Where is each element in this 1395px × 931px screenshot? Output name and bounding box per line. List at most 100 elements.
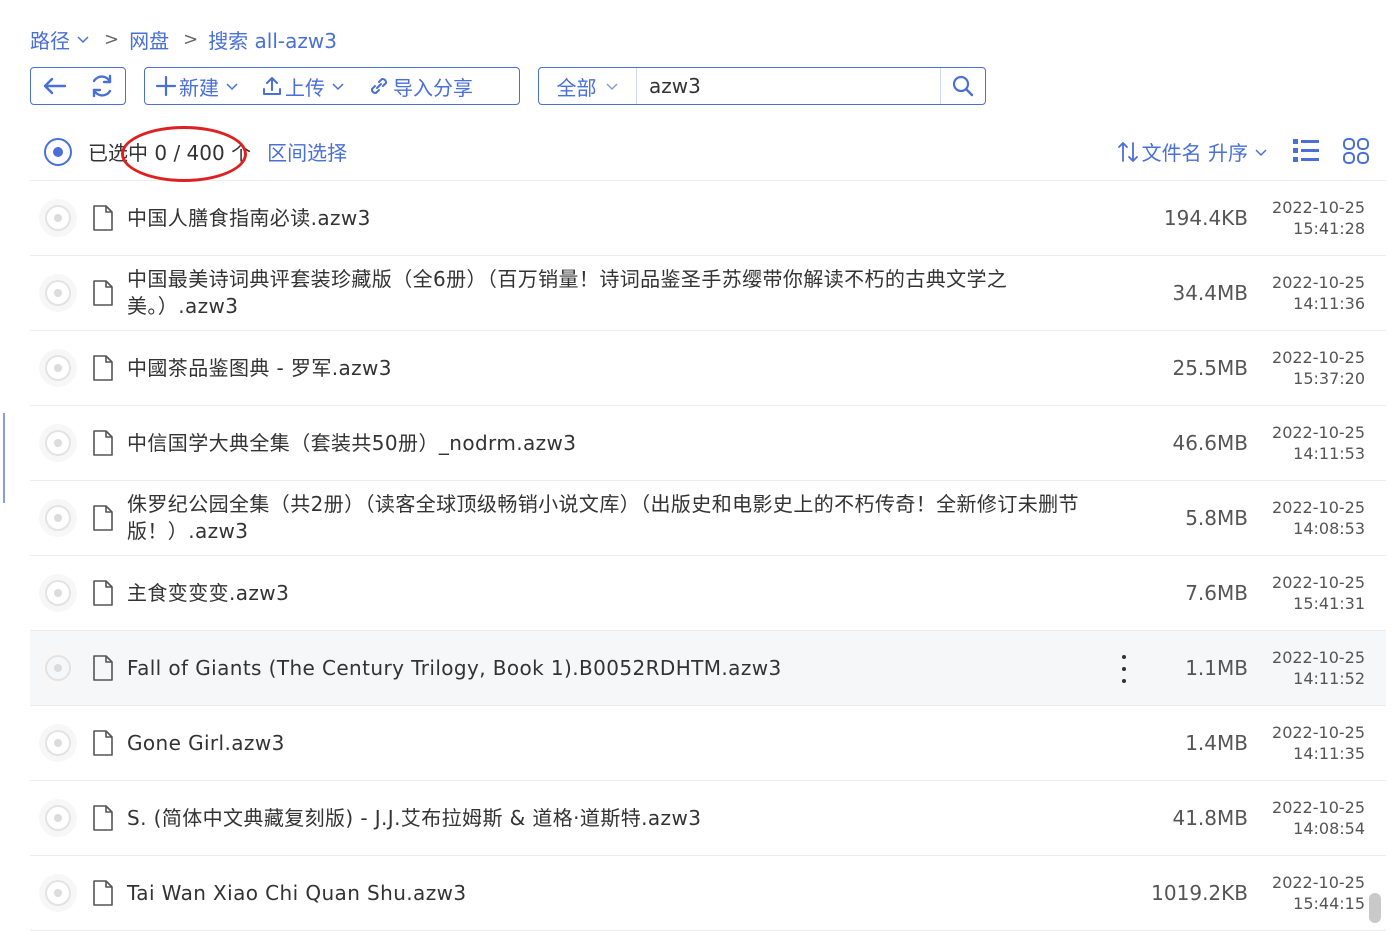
file-date-time: 14:11:36: [1293, 294, 1365, 313]
file-name[interactable]: 主食变变变.azw3: [127, 580, 1117, 607]
table-row[interactable]: Gone Girl.azw3 1.4MB 2022-10-25 14:11:35: [30, 706, 1386, 781]
chevron-down-icon: [77, 36, 89, 44]
sort-dropdown[interactable]: 文件名 升序: [1116, 137, 1268, 166]
file-size: 41.8MB: [1172, 806, 1248, 830]
file-date-time: 15:41:31: [1293, 594, 1365, 613]
file-icon: [93, 505, 113, 531]
table-row[interactable]: 中国人膳食指南必读.azw3 194.4KB 2022-10-25 15:41:2…: [30, 181, 1386, 256]
file-date-day: 2022-10-25: [1272, 798, 1365, 817]
row-select-radio[interactable]: [45, 430, 71, 456]
breadcrumb: 路径 > 网盘 > 搜索 all-azw3: [30, 24, 337, 54]
row-select-radio[interactable]: [45, 730, 71, 756]
breadcrumb-path-label: 路径: [30, 28, 70, 53]
refresh-icon: [92, 74, 111, 98]
file-date-time: 14:11:52: [1293, 669, 1365, 688]
file-size: 1.1MB: [1185, 656, 1248, 680]
file-date: 2022-10-25 14:11:52: [1255, 647, 1365, 689]
table-row[interactable]: 中信国学大典全集（套装共50册）_nodrm.azw3 46.6MB 2022-…: [30, 406, 1386, 481]
file-date: 2022-10-25 15:41:31: [1255, 572, 1365, 614]
file-size: 5.8MB: [1185, 506, 1248, 530]
arrow-left-icon: [43, 77, 66, 95]
file-date-time: 14:08:53: [1293, 519, 1365, 538]
table-row[interactable]: S. (简体中文典藏复刻版) - J.J.艾布拉姆斯 & 道格·道斯特.azw3…: [30, 781, 1386, 856]
chevron-down-icon: [605, 83, 618, 91]
sort-icon: [1117, 141, 1138, 162]
file-name[interactable]: 中国最美诗词典评套装珍藏版（全6册）（百万销量！诗词品鉴圣手苏缨带你解读不朽的古…: [127, 266, 1117, 320]
list-view-icon: [1293, 139, 1319, 162]
search-icon: [952, 75, 974, 97]
file-date-time: 14:11:35: [1293, 744, 1365, 763]
plus-icon: [155, 75, 177, 97]
selection-bar: 已选中 0 / 400 个 区间选择 文件名 升序: [30, 123, 1386, 182]
new-button[interactable]: 新建: [145, 68, 251, 104]
row-select-radio[interactable]: [45, 655, 71, 681]
file-date: 2022-10-25 14:08:53: [1255, 497, 1365, 539]
upload-button-label: 上传: [285, 75, 325, 100]
file-date-day: 2022-10-25: [1272, 498, 1365, 517]
breadcrumb-path-dropdown[interactable]: 路径: [30, 25, 90, 54]
import-share-button[interactable]: 导入分享: [357, 68, 483, 104]
table-row[interactable]: Fall of Giants (The Century Trilogy, Boo…: [30, 631, 1386, 706]
file-size: 7.6MB: [1185, 581, 1248, 605]
action-button-group: 新建 上传 导入分享: [144, 67, 520, 105]
file-size: 34.4MB: [1172, 281, 1248, 305]
breadcrumb-item-search[interactable]: 搜索 all-azw3: [208, 25, 337, 54]
file-name[interactable]: 中国人膳食指南必读.azw3: [127, 205, 1117, 232]
file-icon: [93, 880, 113, 906]
file-icon: [93, 730, 113, 756]
grid-view-button[interactable]: [1342, 137, 1370, 169]
search-scope-dropdown[interactable]: 全部: [539, 68, 637, 104]
file-name[interactable]: S. (简体中文典藏复刻版) - J.J.艾布拉姆斯 & 道格·道斯特.azw3: [127, 805, 1117, 832]
row-select-radio[interactable]: [45, 505, 71, 531]
table-row[interactable]: 中國茶品鉴图典 - 罗军.azw3 25.5MB 2022-10-25 15:37…: [30, 331, 1386, 406]
file-size: 1019.2KB: [1151, 881, 1248, 905]
chevron-down-icon: [332, 83, 344, 91]
file-date-time: 15:41:28: [1293, 219, 1365, 238]
file-name[interactable]: 中信国学大典全集（套装共50册）_nodrm.azw3: [127, 430, 1117, 457]
row-select-radio[interactable]: [45, 580, 71, 606]
file-date-day: 2022-10-25: [1272, 648, 1365, 667]
row-select-radio[interactable]: [45, 805, 71, 831]
file-date-day: 2022-10-25: [1272, 873, 1365, 892]
breadcrumb-separator: >: [104, 28, 120, 50]
file-name[interactable]: Fall of Giants (The Century Trilogy, Boo…: [127, 655, 1117, 682]
sort-label: 文件名 升序: [1141, 141, 1248, 165]
row-select-radio[interactable]: [45, 205, 71, 231]
file-icon: [93, 580, 113, 606]
file-date-day: 2022-10-25: [1272, 573, 1365, 592]
upload-button[interactable]: 上传: [251, 68, 357, 104]
table-row[interactable]: 侏罗纪公园全集（共2册）（读客全球顶级畅销小说文库）（出版史和电影史上的不朽传奇…: [30, 481, 1386, 556]
search-button[interactable]: [941, 68, 985, 104]
table-row[interactable]: 主食变变变.azw3 7.6MB 2022-10-25 15:41:31: [30, 556, 1386, 631]
file-name[interactable]: 中國茶品鉴图典 - 罗军.azw3: [127, 355, 1117, 382]
chevron-down-icon: [1255, 148, 1267, 156]
list-view-button[interactable]: [1292, 137, 1320, 169]
breadcrumb-separator: >: [183, 28, 199, 50]
row-select-radio[interactable]: [45, 880, 71, 906]
chevron-down-icon: [226, 83, 238, 91]
back-button[interactable]: [31, 68, 78, 104]
upload-icon: [263, 77, 281, 95]
table-row[interactable]: 中国最美诗词典评套装珍藏版（全6册）（百万销量！诗词品鉴圣手苏缨带你解读不朽的古…: [30, 256, 1386, 331]
file-date-day: 2022-10-25: [1272, 198, 1365, 217]
search-input[interactable]: [637, 68, 941, 104]
row-select-radio[interactable]: [45, 355, 71, 381]
refresh-button[interactable]: [78, 68, 125, 104]
table-row[interactable]: Tai Wan Xiao Chi Quan Shu.azw3 1019.2KB …: [30, 856, 1386, 931]
file-date: 2022-10-25 14:11:36: [1255, 272, 1365, 314]
file-date: 2022-10-25 15:37:20: [1255, 347, 1365, 389]
row-select-radio[interactable]: [45, 280, 71, 306]
breadcrumb-item-netdisk[interactable]: 网盘: [129, 25, 169, 54]
file-date-day: 2022-10-25: [1272, 423, 1365, 442]
file-name[interactable]: Gone Girl.azw3: [127, 730, 1117, 757]
range-select-link[interactable]: 区间选择: [267, 137, 347, 166]
file-size: 46.6MB: [1172, 431, 1248, 455]
scrollbar-thumb[interactable]: [1369, 893, 1381, 923]
file-date-day: 2022-10-25: [1272, 723, 1365, 742]
file-name[interactable]: Tai Wan Xiao Chi Quan Shu.azw3: [127, 880, 1117, 907]
file-icon: [93, 205, 113, 231]
file-date-time: 14:11:53: [1293, 444, 1365, 463]
file-icon: [93, 355, 113, 381]
file-name[interactable]: 侏罗纪公园全集（共2册）（读客全球顶级畅销小说文库）（出版史和电影史上的不朽传奇…: [127, 491, 1117, 545]
select-all-radio[interactable]: [44, 137, 72, 166]
